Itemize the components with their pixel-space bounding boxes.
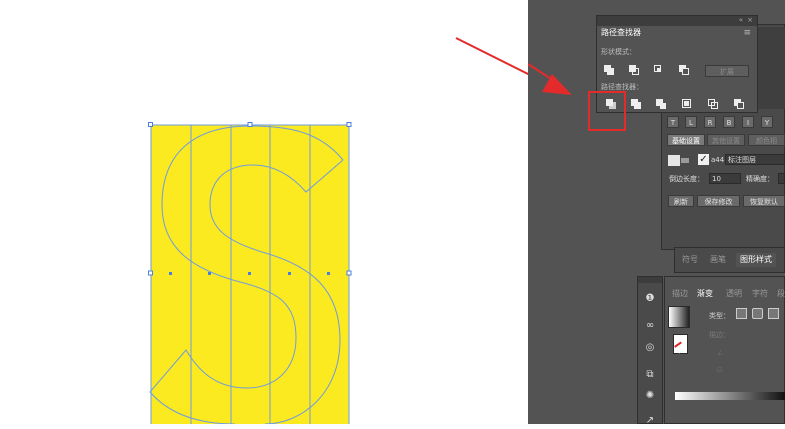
tab-color[interactable]: 颜色相 [748,134,785,146]
angle-icon: ∠ [717,349,724,357]
selection-handle[interactable] [346,270,352,276]
gradient-preview[interactable] [668,306,690,328]
anchor-point [288,272,291,275]
panel-title-bar[interactable]: « × [597,16,757,26]
crop-icon[interactable] [681,98,695,112]
tab-pathfinder[interactable]: 路径查找器 [597,26,645,40]
transform-icon[interactable]: ⧉ [642,367,658,383]
links-icon[interactable]: ∞ [642,318,658,334]
panel-menu-icon[interactable]: ≡ [743,28,751,38]
tab-character[interactable]: 字符 [748,287,772,301]
selection-handle[interactable] [346,122,352,127]
selection-handle[interactable] [148,270,153,276]
info-icon[interactable]: ❶ [642,291,658,307]
refresh-button[interactable]: 刷新 [668,195,694,207]
appearance-icon[interactable]: ◎ [642,340,658,356]
linear-type-icon[interactable] [736,308,747,319]
tab-paragraph[interactable]: 段 [773,287,785,301]
precision-input[interactable] [778,173,785,184]
export-icon[interactable]: ↗ [642,413,658,429]
tab-stroke[interactable]: 描边 [668,287,692,301]
close-icon[interactable]: × [747,16,753,24]
annotation-arrow-head [528,63,572,95]
plugin-letter-button[interactable]: Y [761,116,773,128]
plugin-letter-button[interactable]: L [685,116,697,128]
tab-gradient[interactable]: 渐变 [693,287,717,301]
plugin-letter-button[interactable]: B [723,116,735,128]
plugin-letter-button[interactable]: I [742,116,754,128]
layer-checkbox[interactable]: ✓ [698,154,709,165]
shape-modes-label: 形状模式： [601,48,636,56]
layer-name-field[interactable]: 标注图层 [725,154,785,165]
color-swatch-mini [681,158,689,163]
anchor-point [208,272,211,275]
tab-brushes[interactable]: 画笔 [706,253,730,267]
minus-front-icon[interactable] [628,64,642,78]
plugin-panel-inner [754,27,785,109]
anchor-point [248,272,251,275]
plugin-letter-button[interactable]: T [667,116,679,128]
highlight-box [588,91,626,131]
expand-button[interactable]: 扩展 [705,65,749,77]
tab-basic-settings[interactable]: 基础设置 [667,134,705,146]
annotation-arrow [455,37,572,95]
tab-graphic-styles[interactable]: 图形样式 [736,253,776,267]
tab-transparency[interactable]: 透明 [722,287,746,301]
restore-defaults-button[interactable]: 恢复默认 [743,195,785,207]
unite-icon[interactable] [603,64,617,78]
outline-icon[interactable] [707,98,721,112]
radial-type-icon[interactable] [752,308,763,319]
freeform-type-icon[interactable] [768,308,779,319]
side-length-label: 倒边长度： [669,175,704,183]
selection-handle[interactable] [148,122,153,127]
merge-icon[interactable] [655,98,669,112]
artboard-canvas[interactable] [0,0,572,425]
tab-other-settings[interactable]: 其他设置 [707,134,745,146]
trim-icon[interactable] [630,98,644,112]
minus-back-icon[interactable] [733,98,747,112]
artwork-svg [148,37,572,425]
color-swatch[interactable] [668,155,680,166]
color-guide-icon[interactable]: ✺ [642,388,658,404]
gradient-slider[interactable] [675,392,785,400]
gradient-stroke-label: 描边： [709,331,730,339]
intersect-icon[interactable] [653,64,667,78]
precision-label: 精确度： [746,175,774,183]
anchor-point [169,272,172,275]
tab-symbols[interactable]: 符号 [678,253,702,267]
collapse-icon[interactable]: « [739,16,743,24]
gradient-type-label: 类型： [709,312,730,320]
layer-value: a44 [711,156,725,164]
exclude-icon[interactable] [678,64,692,78]
selection-handle[interactable] [247,122,253,127]
anchor-point [327,272,330,275]
save-changes-button[interactable]: 保存修改 [697,195,740,207]
aspect-ratio-icon: ⊡ [717,366,723,374]
side-length-input[interactable]: 10 [709,173,741,184]
plugin-letter-button[interactable]: R [704,116,716,128]
